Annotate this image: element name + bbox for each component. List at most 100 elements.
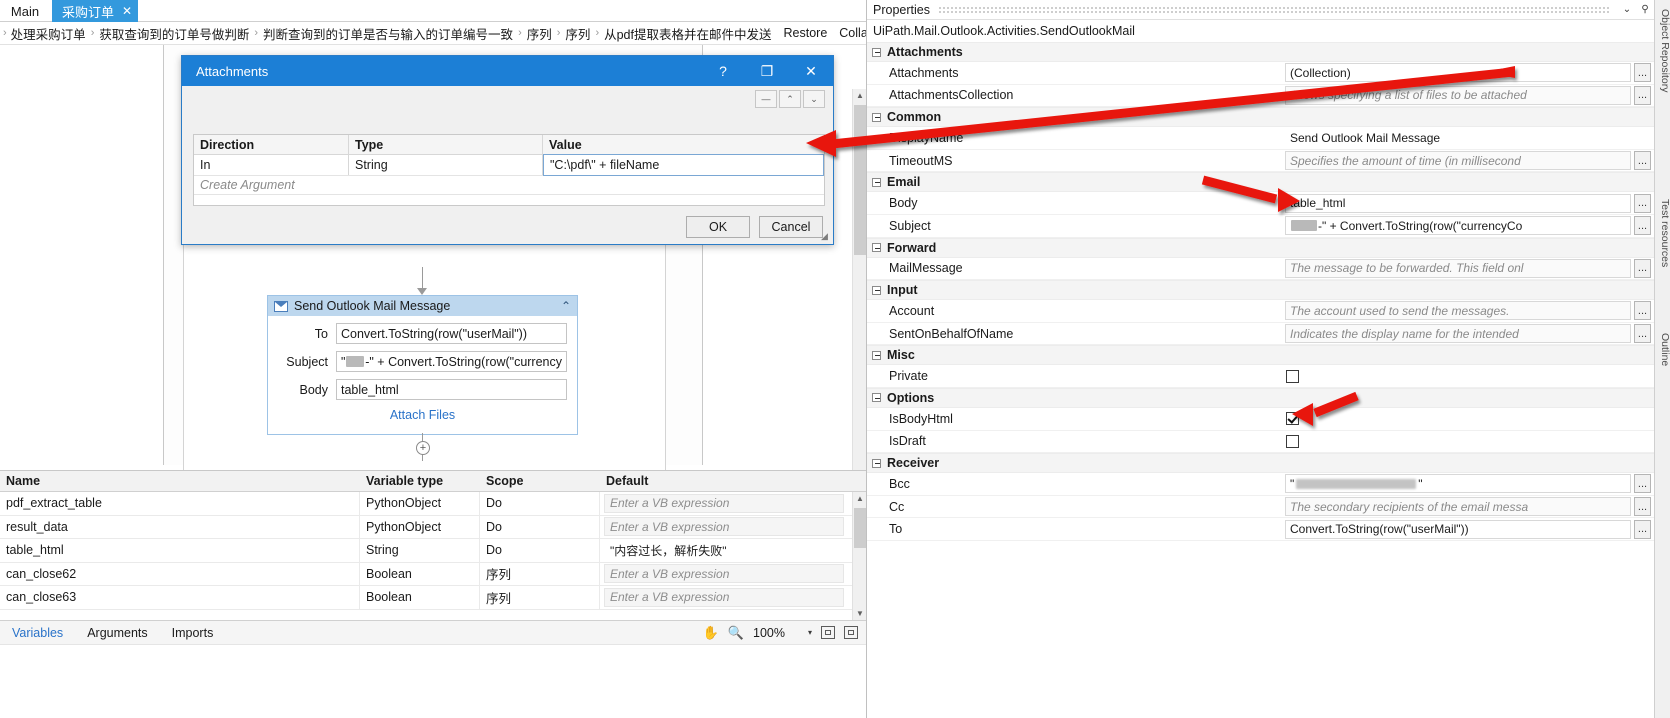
property-input-displayname[interactable]: Send Outlook Mail Message (1285, 128, 1651, 147)
maximize-icon[interactable]: ❐ (745, 56, 789, 86)
resize-grip-icon[interactable]: ◢ (821, 232, 831, 242)
overview-icon[interactable] (844, 626, 858, 639)
restore-button[interactable]: Restore (772, 26, 828, 40)
collapse-expander-icon[interactable] (872, 47, 881, 57)
help-icon[interactable]: ? (701, 56, 745, 86)
open-editor-button[interactable]: ... (1634, 497, 1651, 517)
property-input-to[interactable]: Convert.ToString(row("userMail")) (1285, 519, 1631, 539)
table-row[interactable]: can_close63 Boolean 序列 Enter a VB expressio… (0, 586, 866, 610)
attachments-dialog[interactable]: Attachments ? ❐ ✕ — ⌃ ⌄ Direction Type V… (181, 55, 834, 245)
activity-send-outlook-mail-message[interactable]: Send Outlook Mail Message ⌃ To Convert.T… (267, 295, 578, 435)
variable-scope-cell[interactable]: Do (480, 539, 600, 562)
add-activity-button[interactable]: + (416, 441, 430, 455)
rail-tab-object-repository[interactable]: Object Repository (1655, 6, 1670, 92)
property-group-options[interactable]: Options (867, 387, 1655, 408)
canvas-vertical-scrollbar[interactable]: ▲ ▼ (852, 89, 866, 472)
hand-icon[interactable]: ✋ (703, 625, 719, 641)
chevron-down-icon[interactable]: ▾ (808, 628, 812, 637)
variable-default-input[interactable]: Enter a VB expression (604, 564, 844, 584)
tab-variables[interactable]: Variables (0, 626, 75, 640)
activity-field-to-input[interactable]: Convert.ToString(row("userMail")) (336, 323, 567, 344)
move-down-button[interactable]: ⌄ (803, 90, 825, 108)
open-editor-button[interactable]: ... (1634, 216, 1651, 236)
open-editor-button[interactable]: ... (1634, 63, 1651, 83)
cancel-button[interactable]: Cancel (759, 216, 823, 238)
checkbox-private[interactable] (1286, 369, 1299, 383)
open-editor-button[interactable]: ... (1634, 324, 1651, 344)
argument-value-input[interactable]: "C:\pdf\" + fileName (543, 154, 824, 176)
variable-scope-cell[interactable]: Do (480, 515, 600, 538)
rail-tab-outline[interactable]: Outline (1655, 330, 1670, 366)
magnifier-icon[interactable]: 🔍 (728, 625, 744, 641)
close-icon[interactable]: ✕ (122, 4, 132, 18)
breadcrumb-item-5[interactable]: 从pdf提取表格并在邮件中发送 (604, 24, 771, 43)
property-input-timeoutms[interactable]: Specifies the amount of time (in millise… (1285, 151, 1631, 171)
property-group-misc[interactable]: Misc (867, 345, 1655, 366)
remove-argument-button[interactable]: — (755, 90, 777, 108)
open-editor-button[interactable]: ... (1634, 151, 1651, 171)
variables-scroll-thumb[interactable] (854, 508, 866, 548)
argument-type-cell[interactable]: String (349, 155, 543, 175)
open-editor-button[interactable]: ... (1634, 85, 1651, 105)
checkbox-isdraft[interactable] (1286, 434, 1299, 448)
variable-type-cell[interactable]: PythonObject (360, 492, 480, 515)
open-editor-button[interactable]: ... (1634, 301, 1651, 321)
breadcrumb-item-4[interactable]: 序列 (565, 24, 590, 43)
variable-default-input[interactable]: Enter a VB expression (604, 493, 844, 513)
property-group-forward[interactable]: Forward (867, 237, 1655, 258)
property-input-bcc[interactable]: " " (1285, 474, 1631, 494)
move-up-button[interactable]: ⌃ (779, 90, 801, 108)
variable-name-cell[interactable]: table_html (0, 539, 360, 562)
chevron-down-icon[interactable]: ⌄ (1618, 4, 1636, 15)
variable-name-cell[interactable]: can_close63 (0, 586, 360, 609)
property-group-input[interactable]: Input (867, 280, 1655, 301)
open-editor-button[interactable]: ... (1634, 193, 1651, 213)
property-input-attachments[interactable]: (Collection) (1285, 63, 1631, 83)
breadcrumb-item-2[interactable]: 判断查询到的订单是否与输入的订单编号一致 (263, 24, 513, 43)
variable-type-cell[interactable]: Boolean (360, 562, 480, 585)
collapse-expander-icon[interactable] (872, 177, 881, 187)
breadcrumb-item-0[interactable]: 处理采购订单 (11, 24, 86, 43)
tab-main[interactable]: Main (0, 0, 50, 22)
breadcrumb-item-1[interactable]: 获取查询到的订单号做判断 (99, 24, 249, 43)
property-input-account[interactable]: The account used to send the messages. (1285, 301, 1631, 321)
variable-type-cell[interactable]: String (360, 539, 480, 562)
variable-default-input[interactable]: Enter a VB expression (604, 517, 844, 537)
table-row[interactable]: pdf_extract_table PythonObject Do Enter a V… (0, 492, 866, 516)
scroll-down-icon[interactable]: ▼ (853, 607, 867, 621)
table-row[interactable]: result_data PythonObject Do Enter a VB expr… (0, 515, 866, 539)
arguments-grid-row[interactable]: In String "C:\pdf\" + fileName (194, 154, 824, 176)
variable-name-cell[interactable]: pdf_extract_table (0, 492, 360, 515)
open-editor-button[interactable]: ... (1634, 258, 1651, 278)
collapse-expander-icon[interactable] (872, 458, 881, 468)
tab-purchase-order[interactable]: 采购订单 ✕ (52, 0, 139, 22)
table-row[interactable]: can_close62 Boolean 序列 Enter a VB expressio… (0, 562, 866, 586)
variables-vertical-scrollbar[interactable]: ▲ ▼ (852, 492, 867, 621)
open-editor-button[interactable]: ... (1634, 519, 1651, 539)
close-icon[interactable]: ✕ (789, 56, 833, 86)
variable-scope-cell[interactable]: Do (480, 492, 600, 515)
variable-type-cell[interactable]: PythonObject (360, 515, 480, 538)
property-group-receiver[interactable]: Receiver (867, 453, 1655, 474)
scroll-up-icon[interactable]: ▲ (853, 89, 866, 103)
argument-direction-cell[interactable]: In (194, 155, 349, 175)
variable-name-cell[interactable]: result_data (0, 515, 360, 538)
activity-field-body-input[interactable]: table_html (336, 379, 567, 400)
table-row[interactable]: table_html String Do "内容过长，解析失败" (0, 539, 866, 563)
property-input-subject[interactable]: -" + Convert.ToString(row("currencyCo (1285, 216, 1631, 236)
tab-arguments[interactable]: Arguments (75, 626, 159, 640)
property-input-mailmessage[interactable]: The message to be forwarded. This field … (1285, 258, 1631, 278)
property-input-cc[interactable]: The secondary recipients of the email me… (1285, 497, 1631, 517)
property-group-attachments[interactable]: Attachments (867, 42, 1655, 62)
scroll-up-icon[interactable]: ▲ (853, 492, 867, 506)
collapse-expander-icon[interactable] (872, 112, 881, 122)
property-input-sentonbehalfofname[interactable]: Indicates the display name for the inten… (1285, 324, 1631, 344)
property-input-body[interactable]: table_html (1285, 193, 1631, 213)
open-editor-button[interactable]: ... (1634, 474, 1651, 494)
create-argument-row[interactable]: Create Argument (194, 176, 824, 195)
variable-scope-cell[interactable]: 序列 (480, 586, 600, 609)
collapse-expander-icon[interactable] (872, 393, 881, 403)
fit-to-screen-icon[interactable] (821, 626, 835, 639)
chevron-up-icon[interactable]: ⌃ (561, 299, 571, 313)
tab-imports[interactable]: Imports (160, 626, 226, 640)
